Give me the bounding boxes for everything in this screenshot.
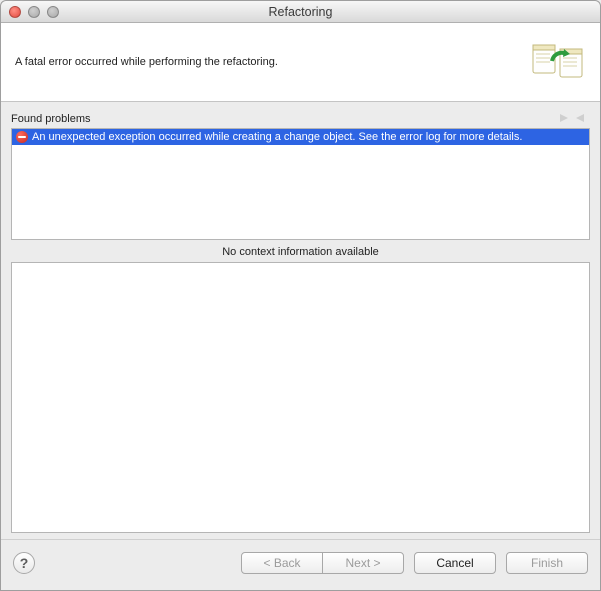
problems-list[interactable]: An unexpected exception occurred while c… xyxy=(11,128,590,240)
window-title: Refactoring xyxy=(1,5,600,19)
problem-prev-icon xyxy=(574,112,586,127)
context-panel xyxy=(11,262,590,533)
problem-next-icon xyxy=(558,112,570,127)
error-message: A fatal error occurred while performing … xyxy=(15,56,278,68)
problem-item[interactable]: An unexpected exception occurred while c… xyxy=(12,129,589,145)
refactoring-dialog: Refactoring A fatal error occurred while… xyxy=(0,0,601,591)
cancel-button[interactable]: Cancel xyxy=(414,552,496,574)
wizard-header: A fatal error occurred while performing … xyxy=(1,23,600,102)
title-bar: Refactoring xyxy=(1,1,600,23)
finish-button: Finish xyxy=(506,552,588,574)
context-heading: No context information available xyxy=(11,246,590,258)
problem-item-text: An unexpected exception occurred while c… xyxy=(32,131,522,143)
dialog-footer: ? < Back Next > Cancel Finish xyxy=(1,539,600,590)
refactor-wizard-icon xyxy=(530,41,586,83)
zoom-icon xyxy=(47,6,59,18)
help-button[interactable]: ? xyxy=(13,552,35,574)
problems-heading: Found problems xyxy=(11,113,558,125)
dialog-content: Found problems An unexpected exception o… xyxy=(1,102,600,539)
next-button: Next > xyxy=(322,552,404,574)
minimize-icon xyxy=(28,6,40,18)
close-icon[interactable] xyxy=(9,6,21,18)
error-icon xyxy=(16,131,28,143)
back-button: < Back xyxy=(241,552,323,574)
